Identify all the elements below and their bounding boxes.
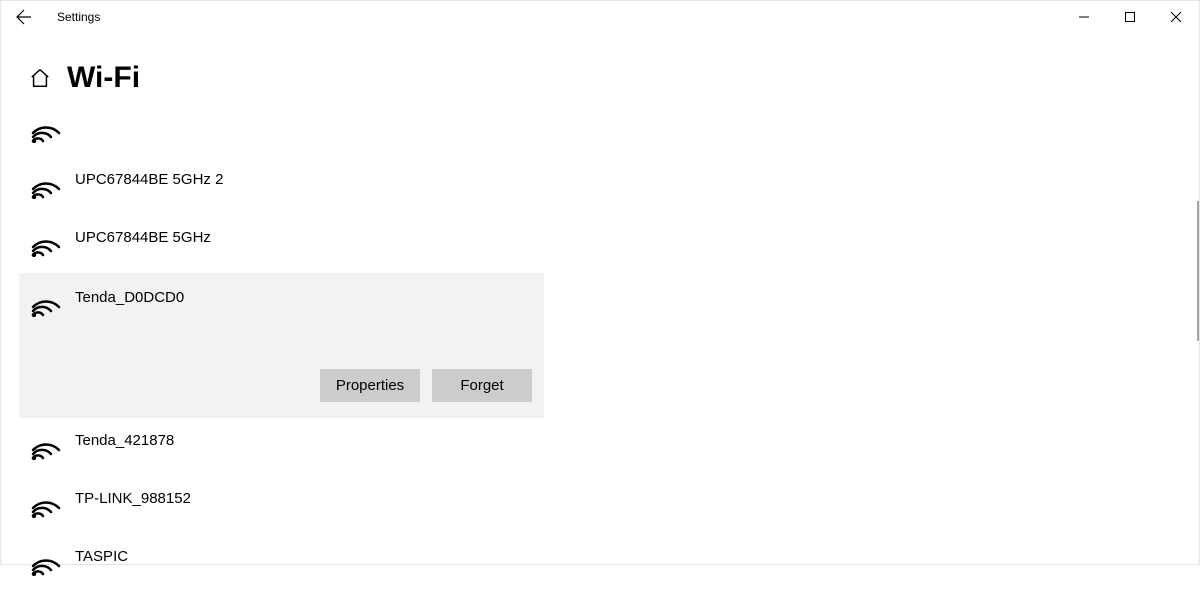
window-title: Settings: [57, 10, 100, 24]
network-name: Tenda_D0DCD0: [75, 287, 184, 306]
home-icon[interactable]: [29, 67, 51, 89]
network-name: TASPIC: [75, 546, 128, 565]
network-item[interactable]: TP-LINK_988152: [19, 476, 544, 534]
back-button[interactable]: [9, 1, 39, 33]
network-name: Tenda_421878: [75, 430, 174, 449]
network-name: UPC67844BE 5GHz 2: [75, 169, 223, 188]
window-controls: [1061, 1, 1199, 33]
forget-button[interactable]: Forget: [432, 369, 532, 402]
titlebar-left: Settings: [9, 1, 100, 33]
network-name: TP-LINK_988152: [75, 488, 191, 507]
maximize-icon: [1125, 12, 1135, 22]
scrollbar[interactable]: [1197, 201, 1199, 341]
close-icon: [1171, 12, 1181, 22]
wifi-icon: [29, 430, 61, 460]
network-item[interactable]: Tenda_421878: [19, 418, 544, 476]
minimize-icon: [1079, 12, 1089, 22]
maximize-button[interactable]: [1107, 1, 1153, 33]
network-item[interactable]: TASPIC: [19, 534, 544, 592]
close-button[interactable]: [1153, 1, 1199, 33]
wifi-icon: [29, 488, 61, 518]
wifi-icon: [29, 287, 61, 317]
network-item[interactable]: [19, 101, 544, 157]
network-item[interactable]: UPC67844BE 5GHz 2: [19, 157, 544, 215]
wifi-icon: [29, 546, 61, 576]
titlebar: Settings: [1, 1, 1199, 33]
properties-button[interactable]: Properties: [320, 369, 420, 402]
wifi-icon: [29, 227, 61, 257]
wifi-icon: [29, 169, 61, 199]
network-list: UPC67844BE 5GHz 2 UPC67844BE 5GHz T: [19, 101, 544, 592]
network-name: UPC67844BE 5GHz: [75, 227, 211, 246]
wifi-icon: [29, 113, 61, 143]
arrow-left-icon: [16, 9, 32, 25]
network-item-selected[interactable]: Tenda_D0DCD0 Properties Forget: [19, 273, 544, 418]
page-header: Wi-Fi: [1, 33, 1199, 99]
page-title: Wi-Fi: [67, 61, 140, 95]
network-row: Tenda_D0DCD0: [29, 287, 534, 317]
network-actions: Properties Forget: [29, 369, 534, 402]
network-item[interactable]: UPC67844BE 5GHz: [19, 215, 544, 273]
minimize-button[interactable]: [1061, 1, 1107, 33]
